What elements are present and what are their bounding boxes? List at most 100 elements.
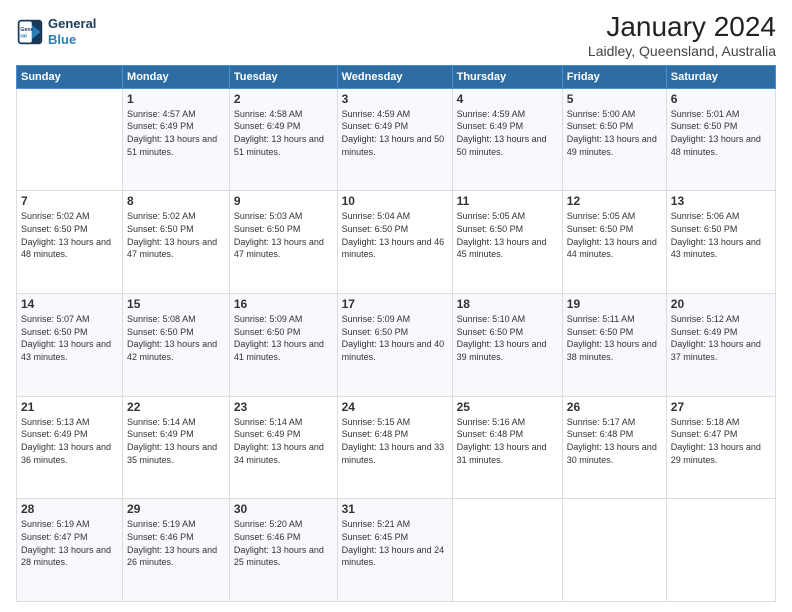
calendar-table: SundayMondayTuesdayWednesdayThursdayFrid… [16,65,776,602]
day-number: 25 [457,400,558,414]
header-cell-tuesday: Tuesday [229,65,337,88]
week-row-1: 1Sunrise: 4:57 AMSunset: 6:49 PMDaylight… [17,88,776,191]
day-number: 31 [342,502,448,516]
day-info: Sunrise: 5:17 AMSunset: 6:48 PMDaylight:… [567,416,662,466]
day-cell: 3 Sunrise: 4:59 AMSunset: 6:49 PMDaylight… [337,88,452,191]
day-number: 27 [671,400,771,414]
day-number: 19 [567,297,662,311]
day-number: 7 [21,194,118,208]
day-number: 16 [234,297,333,311]
week-row-4: 21 Sunrise: 5:13 AMSunset: 6:49 PMDayligh… [17,396,776,499]
day-cell: 18 Sunrise: 5:10 AMSunset: 6:50 PMDayligh… [452,294,562,397]
day-cell: 23 Sunrise: 5:14 AMSunset: 6:49 PMDayligh… [229,396,337,499]
calendar-subtitle: Laidley, Queensland, Australia [588,43,776,59]
day-cell: 5 Sunrise: 5:00 AMSunset: 6:50 PMDaylight… [562,88,666,191]
day-cell: 4Sunrise: 4:59 AMSunset: 6:49 PMDaylight… [452,88,562,191]
day-number: 15 [127,297,225,311]
day-number: 6 [671,92,771,106]
day-info: Sunrise: 5:02 AMSunset: 6:50 PMDaylight:… [127,210,225,260]
day-cell: 10Sunrise: 5:04 AMSunset: 6:50 PMDayligh… [337,191,452,294]
day-number: 12 [567,194,662,208]
day-cell: 14Sunrise: 5:07 AMSunset: 6:50 PMDayligh… [17,294,123,397]
day-cell: 16 Sunrise: 5:09 AMSunset: 6:50 PMDayligh… [229,294,337,397]
day-info: Sunrise: 5:06 AMSunset: 6:50 PMDaylight:… [671,210,771,260]
day-cell: 13Sunrise: 5:06 AMSunset: 6:50 PMDayligh… [666,191,775,294]
title-block: January 2024 Laidley, Queensland, Austra… [588,12,776,59]
day-info: Sunrise: 5:01 AMSunset: 6:50 PMDaylight:… [671,108,771,158]
day-number: 24 [342,400,448,414]
day-number: 30 [234,502,333,516]
day-cell: 8 Sunrise: 5:02 AMSunset: 6:50 PMDaylight… [123,191,230,294]
logo-name-line1: General [48,16,96,32]
svg-text:Gene: Gene [20,27,33,33]
day-info: Sunrise: 5:02 AMSunset: 6:50 PMDaylight:… [21,210,118,260]
day-number: 26 [567,400,662,414]
day-number: 20 [671,297,771,311]
day-info: Sunrise: 4:59 AMSunset: 6:49 PMDaylight:… [342,108,448,158]
day-number: 5 [567,92,662,106]
day-cell: 15Sunrise: 5:08 AMSunset: 6:50 PMDayligh… [123,294,230,397]
day-number: 8 [127,194,225,208]
day-cell: 25Sunrise: 5:16 AMSunset: 6:48 PMDayligh… [452,396,562,499]
day-info: Sunrise: 5:21 AMSunset: 6:45 PMDaylight:… [342,518,448,568]
day-info: Sunrise: 5:09 AMSunset: 6:50 PMDaylight:… [342,313,448,363]
day-number: 29 [127,502,225,516]
day-cell [666,499,775,602]
day-info: Sunrise: 5:13 AMSunset: 6:49 PMDaylight:… [21,416,118,466]
day-number: 21 [21,400,118,414]
day-cell: 12 Sunrise: 5:05 AMSunset: 6:50 PMDayligh… [562,191,666,294]
day-number: 22 [127,400,225,414]
header-cell-monday: Monday [123,65,230,88]
day-info: Sunrise: 5:14 AMSunset: 6:49 PMDaylight:… [234,416,333,466]
day-cell [562,499,666,602]
day-number: 18 [457,297,558,311]
day-cell: 30 Sunrise: 5:20 AMSunset: 6:46 PMDayligh… [229,499,337,602]
day-cell [17,88,123,191]
logo-icon: Gene ral [16,18,44,46]
day-cell: 21 Sunrise: 5:13 AMSunset: 6:49 PMDayligh… [17,396,123,499]
day-cell: 29 Sunrise: 5:19 AMSunset: 6:46 PMDayligh… [123,499,230,602]
week-row-3: 14Sunrise: 5:07 AMSunset: 6:50 PMDayligh… [17,294,776,397]
day-cell: 6 Sunrise: 5:01 AMSunset: 6:50 PMDaylight… [666,88,775,191]
svg-text:ral: ral [20,33,27,39]
header-cell-saturday: Saturday [666,65,775,88]
day-info: Sunrise: 5:18 AMSunset: 6:47 PMDaylight:… [671,416,771,466]
day-number: 17 [342,297,448,311]
day-info: Sunrise: 5:03 AMSunset: 6:50 PMDaylight:… [234,210,333,260]
day-info: Sunrise: 5:15 AMSunset: 6:48 PMDaylight:… [342,416,448,466]
calendar-title: January 2024 [588,12,776,43]
day-info: Sunrise: 5:12 AMSunset: 6:49 PMDaylight:… [671,313,771,363]
day-info: Sunrise: 5:05 AMSunset: 6:50 PMDaylight:… [457,210,558,260]
day-info: Sunrise: 5:00 AMSunset: 6:50 PMDaylight:… [567,108,662,158]
day-cell: 20 Sunrise: 5:12 AMSunset: 6:49 PMDayligh… [666,294,775,397]
day-info: Sunrise: 5:19 AMSunset: 6:46 PMDaylight:… [127,518,225,568]
day-number: 9 [234,194,333,208]
day-number: 3 [342,92,448,106]
week-row-2: 7 Sunrise: 5:02 AMSunset: 6:50 PMDaylight… [17,191,776,294]
header-cell-sunday: Sunday [17,65,123,88]
day-cell: 19 Sunrise: 5:11 AMSunset: 6:50 PMDayligh… [562,294,666,397]
day-cell: 26 Sunrise: 5:17 AMSunset: 6:48 PMDayligh… [562,396,666,499]
day-cell: 11 Sunrise: 5:05 AMSunset: 6:50 PMDayligh… [452,191,562,294]
logo-name-line2: Blue [48,32,96,48]
header-cell-friday: Friday [562,65,666,88]
day-info: Sunrise: 5:10 AMSunset: 6:50 PMDaylight:… [457,313,558,363]
day-info: Sunrise: 5:20 AMSunset: 6:46 PMDaylight:… [234,518,333,568]
day-number: 2 [234,92,333,106]
day-info: Sunrise: 5:11 AMSunset: 6:50 PMDaylight:… [567,313,662,363]
day-info: Sunrise: 5:05 AMSunset: 6:50 PMDaylight:… [567,210,662,260]
day-number: 23 [234,400,333,414]
day-number: 4 [457,92,558,106]
header: Gene ral General Blue January 2024 Laidl… [16,12,776,59]
day-cell: 17 Sunrise: 5:09 AMSunset: 6:50 PMDayligh… [337,294,452,397]
calendar-page: Gene ral General Blue January 2024 Laidl… [0,0,792,612]
day-cell: 2Sunrise: 4:58 AMSunset: 6:49 PMDaylight… [229,88,337,191]
day-info: Sunrise: 5:19 AMSunset: 6:47 PMDaylight:… [21,518,118,568]
header-row: SundayMondayTuesdayWednesdayThursdayFrid… [17,65,776,88]
day-cell: 27 Sunrise: 5:18 AMSunset: 6:47 PMDayligh… [666,396,775,499]
day-info: Sunrise: 5:09 AMSunset: 6:50 PMDaylight:… [234,313,333,363]
day-number: 11 [457,194,558,208]
day-cell: 22Sunrise: 5:14 AMSunset: 6:49 PMDayligh… [123,396,230,499]
day-cell: 7 Sunrise: 5:02 AMSunset: 6:50 PMDaylight… [17,191,123,294]
day-number: 10 [342,194,448,208]
